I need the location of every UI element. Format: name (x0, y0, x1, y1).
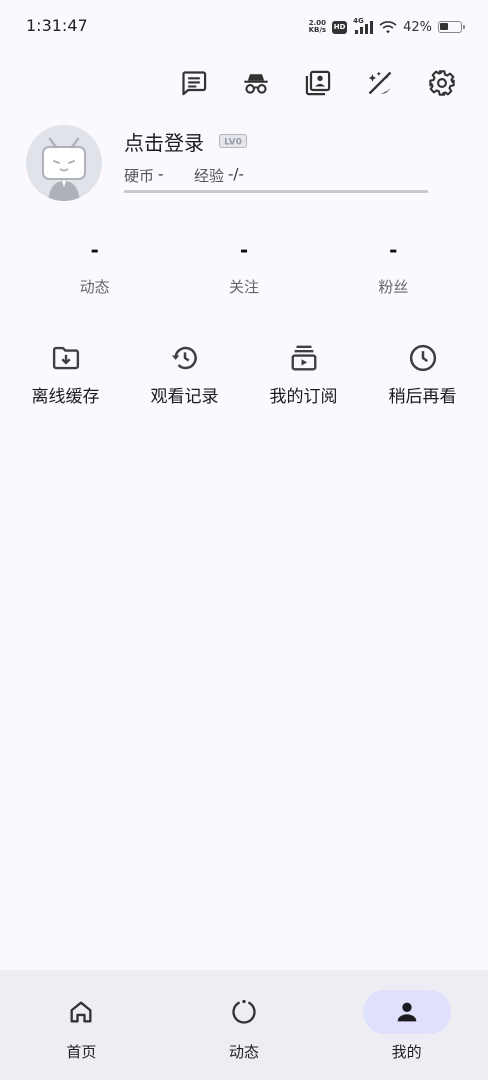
watch-later-button[interactable]: 稍后再看 (363, 343, 482, 407)
level-badge: LV0 (219, 134, 247, 148)
nav-pill (200, 990, 288, 1034)
coins-label: 硬币 (124, 167, 155, 185)
count-label: 关注 (228, 278, 259, 296)
count-value: - (90, 238, 99, 262)
clock-icon (409, 344, 436, 372)
message-icon[interactable] (178, 64, 210, 102)
subscriptions-button[interactable]: 我的订阅 (244, 343, 363, 407)
hd-badge: HD (332, 20, 348, 34)
person-icon (397, 1002, 416, 1022)
status-bar: 1:31:47 2.00 KB/s HD 4G 42% (0, 0, 488, 52)
count-dynamics[interactable]: - 动态 (20, 238, 169, 297)
quick-actions: 离线缓存 观看记录 我的订阅 稍后再看 (6, 343, 482, 407)
coins-value: - (158, 165, 164, 183)
status-icons: 2.00 KB/s HD 4G 42% (309, 17, 465, 37)
status-time: 1:31:47 (26, 16, 88, 35)
count-value: - (389, 238, 398, 262)
count-following[interactable]: - 关注 (169, 238, 318, 297)
bottom-nav: 首页 动态 我的 (0, 970, 488, 1080)
count-label: 粉丝 (378, 278, 409, 296)
download-folder-icon (52, 346, 79, 370)
count-label: 动态 (79, 278, 110, 296)
nav-label: 我的 (391, 1043, 422, 1061)
quick-label: 稍后再看 (388, 387, 457, 407)
net-speed-unit: KB/s (308, 26, 327, 34)
subscriptions-icon (291, 345, 316, 371)
coins-stat: 硬币 - (124, 165, 163, 186)
nav-pill-active (362, 990, 451, 1034)
nav-mine[interactable]: 我的 (332, 970, 482, 1080)
exp-progress-bar (124, 190, 428, 193)
battery-tip (463, 25, 465, 29)
battery-fill (440, 23, 448, 30)
offline-cache-button[interactable]: 离线缓存 (6, 343, 125, 407)
level-badge-text: LV0 (224, 138, 242, 148)
quick-label: 离线缓存 (31, 387, 100, 407)
count-followers[interactable]: - 粉丝 (319, 238, 468, 297)
exp-stat: 经验 -/- (194, 165, 244, 186)
settings-icon[interactable] (426, 64, 458, 102)
history-icon (171, 346, 197, 370)
avatar[interactable] (26, 125, 102, 201)
home-icon (70, 1001, 92, 1023)
incognito-icon[interactable] (240, 64, 272, 102)
watch-history-button[interactable]: 观看记录 (125, 343, 244, 407)
quick-label: 我的订阅 (269, 387, 338, 407)
battery-icon (438, 21, 465, 33)
nav-dynamics[interactable]: 动态 (169, 970, 319, 1080)
login-button[interactable]: 点击登录 (124, 127, 204, 156)
wifi-icon (379, 21, 397, 34)
theme-toggle-icon[interactable] (364, 64, 396, 102)
cell-signal-icon: 4G (353, 17, 374, 34)
network-type: 4G (353, 17, 364, 25)
nav-label: 首页 (66, 1043, 97, 1061)
screen: 1:31:47 2.00 KB/s HD 4G 42% 点击登录 LV0 硬币 … (0, 0, 488, 1080)
exp-value: -/- (228, 165, 244, 183)
count-value: - (239, 238, 249, 262)
dynamics-icon (232, 999, 256, 1024)
exp-label: 经验 (194, 167, 225, 185)
counts-row: - 动态 - 关注 - 粉丝 (20, 238, 468, 297)
toolbar (178, 64, 458, 102)
quick-label: 观看记录 (150, 387, 219, 407)
collection-icon[interactable] (302, 64, 334, 102)
nav-label: 动态 (228, 1043, 259, 1061)
nav-pill (37, 990, 125, 1034)
net-speed: 2.00 KB/s (309, 20, 326, 34)
battery-percent: 42% (403, 19, 432, 35)
nav-home[interactable]: 首页 (6, 970, 156, 1080)
